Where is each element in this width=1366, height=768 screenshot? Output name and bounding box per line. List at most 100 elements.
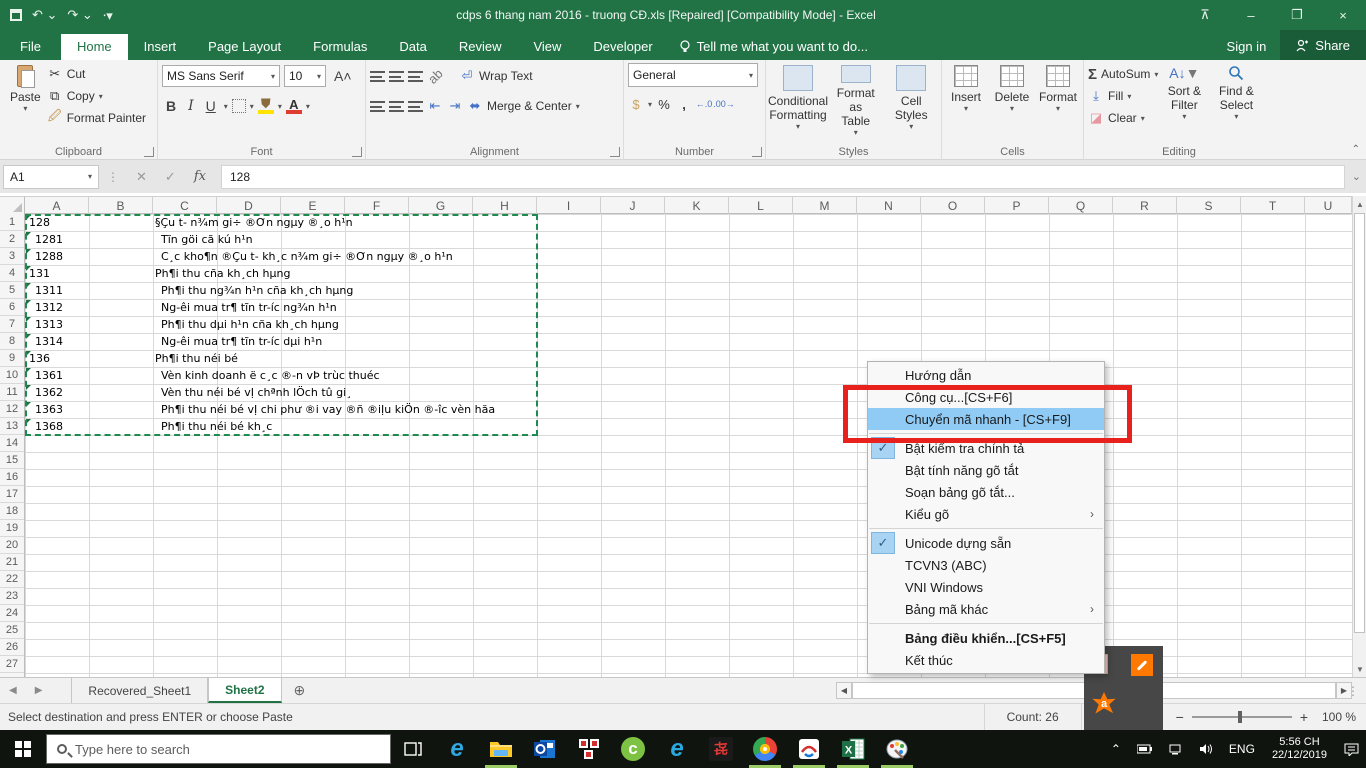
vertical-scrollbar[interactable]: ▲ ▼: [1352, 196, 1366, 677]
autosum-button[interactable]: ΣAutoSum▾: [1088, 63, 1158, 85]
row-header-13[interactable]: 13: [0, 418, 24, 435]
increase-indent-icon[interactable]: ⇥: [447, 98, 463, 114]
cell-C2[interactable]: Tĩn göi cã kú h¹n: [161, 231, 253, 248]
column-header-K[interactable]: K: [665, 197, 729, 214]
action-center-icon[interactable]: [1337, 730, 1366, 768]
align-center-icon[interactable]: [389, 101, 404, 112]
cell-A5[interactable]: 1311: [35, 282, 63, 299]
font-name-combo[interactable]: MS Sans Serif▾: [162, 65, 280, 87]
merge-center-button[interactable]: Merge & Center: [487, 99, 572, 113]
cell-A1[interactable]: 128: [29, 214, 50, 231]
row-header-11[interactable]: 11: [0, 384, 24, 401]
menu-item-4[interactable]: ✓Bật kiểm tra chính tả: [868, 437, 1104, 459]
fill-color-icon[interactable]: ⛊: [258, 98, 274, 114]
zoom-slider[interactable]: [1192, 716, 1292, 718]
restore-button[interactable]: ❐: [1274, 0, 1320, 30]
column-header-U[interactable]: U: [1305, 197, 1352, 214]
menu-item-0[interactable]: Hướng dẫn: [868, 364, 1104, 386]
column-header-H[interactable]: H: [473, 197, 537, 214]
row-header-6[interactable]: 6: [0, 299, 24, 316]
tray-chevron-icon[interactable]: ⌃: [1104, 730, 1128, 768]
copy-button[interactable]: ⧉Copy▾: [47, 85, 146, 107]
column-header-O[interactable]: O: [921, 197, 985, 214]
cell-A13[interactable]: 1368: [35, 418, 63, 435]
cell-C10[interactable]: Vèn kinh doanh ë c¸c ®-n vÞ trùc thuéc: [161, 367, 380, 384]
cell-C13[interactable]: Ph¶i thu néi bé kh¸c: [161, 418, 272, 435]
battery-icon[interactable]: [1130, 730, 1160, 768]
share-button[interactable]: Share: [1280, 30, 1366, 60]
new-sheet-button[interactable]: ⊕: [282, 678, 318, 703]
cancel-entry-icon[interactable]: ✕: [127, 169, 156, 185]
tab-insert[interactable]: Insert: [128, 34, 193, 60]
excel-icon[interactable]: X: [831, 730, 875, 768]
grow-font-button[interactable]: A˄: [330, 68, 356, 84]
accounting-format-icon[interactable]: $: [628, 96, 644, 112]
menu-item-5[interactable]: Bật tính năng gõ tắt: [868, 459, 1104, 481]
confirm-entry-icon[interactable]: ✓: [156, 169, 185, 185]
row-header-25[interactable]: 25: [0, 622, 24, 639]
cell-A3[interactable]: 1288: [35, 248, 63, 265]
row-header-7[interactable]: 7: [0, 316, 24, 333]
tab-home[interactable]: Home: [61, 34, 128, 60]
number-format-combo[interactable]: General▾: [628, 63, 758, 87]
insert-function-icon[interactable]: fx: [185, 169, 215, 184]
column-header-C[interactable]: C: [153, 197, 217, 214]
row-header-9[interactable]: 9: [0, 350, 24, 367]
percent-icon[interactable]: %: [656, 96, 672, 112]
row-header-24[interactable]: 24: [0, 605, 24, 622]
cell-A8[interactable]: 1314: [35, 333, 63, 350]
column-header-F[interactable]: F: [345, 197, 409, 214]
ribbon-display-options-icon[interactable]: ⊼: [1182, 0, 1228, 30]
outlook-icon[interactable]: [523, 730, 567, 768]
row-header-23[interactable]: 23: [0, 588, 24, 605]
row-header-4[interactable]: 4: [0, 265, 24, 282]
cut-button[interactable]: ✂Cut: [47, 63, 146, 85]
cell-A12[interactable]: 1363: [35, 401, 63, 418]
menu-item-10[interactable]: TCVN3 (ABC): [868, 554, 1104, 576]
hscroll-left-icon[interactable]: ◀: [836, 682, 852, 699]
cell-C3[interactable]: C¸c kho¶n ®Çu t- kh¸c n¾m gi÷ ®Ơn ngµy ®…: [161, 248, 453, 265]
row-header-16[interactable]: 16: [0, 469, 24, 486]
menu-item-11[interactable]: VNI Windows: [868, 576, 1104, 598]
conditional-formatting-button[interactable]: Conditional Formatting▾: [770, 63, 826, 139]
formula-input[interactable]: 128: [221, 165, 1345, 189]
column-header-N[interactable]: N: [857, 197, 921, 214]
redo-icon[interactable]: ↷ ⌄: [67, 7, 92, 23]
garena-icon[interactable]: 㐂: [699, 730, 743, 768]
row-header-27[interactable]: 27: [0, 656, 24, 673]
row-header-2[interactable]: 2: [0, 231, 24, 248]
sheet-nav-left-icon[interactable]: ◀: [0, 678, 26, 703]
formula-bar-expand-icon[interactable]: ⌄: [1347, 170, 1366, 183]
cell-A2[interactable]: 1281: [35, 231, 63, 248]
column-header-A[interactable]: A: [25, 197, 89, 214]
avast-logo-icon[interactable]: a: [1092, 692, 1116, 716]
find-select-button[interactable]: Find & Select▾: [1210, 63, 1262, 139]
row-header-10[interactable]: 10: [0, 367, 24, 384]
menu-item-14[interactable]: Bảng điều khiển...[CS+F5]: [868, 627, 1104, 649]
bold-button[interactable]: B: [162, 98, 180, 114]
tab-data[interactable]: Data: [383, 34, 442, 60]
cell-A11[interactable]: 1362: [35, 384, 63, 401]
row-header-17[interactable]: 17: [0, 486, 24, 503]
insert-cells-button[interactable]: Insert▾: [946, 63, 986, 139]
row-header-12[interactable]: 12: [0, 401, 24, 418]
undo-icon[interactable]: ↶ ⌄: [32, 7, 57, 23]
row-header-19[interactable]: 19: [0, 520, 24, 537]
sheet-grid[interactable]: 128§Çu t- n¾m gi÷ ®Ơn ngµy ®¸o h¹n1281Tĩ…: [25, 214, 1352, 677]
zoom-slider-thumb[interactable]: [1238, 711, 1242, 723]
file-explorer-icon[interactable]: [479, 730, 523, 768]
cell-A10[interactable]: 1361: [35, 367, 63, 384]
underline-button[interactable]: U: [202, 98, 220, 114]
remote-desktop-icon[interactable]: [567, 730, 611, 768]
borders-icon[interactable]: [232, 99, 246, 113]
cell-C6[interactable]: Ng-êi mua tr¶ tĩn tr-íc ng¾n h¹n: [161, 299, 337, 316]
clipboard-dialog-launcher[interactable]: [144, 147, 154, 157]
menu-item-12[interactable]: Bảng mã khác›: [868, 598, 1104, 620]
font-dialog-launcher[interactable]: [352, 147, 362, 157]
network-icon[interactable]: [1162, 730, 1190, 768]
decrease-indent-icon[interactable]: ⇤: [427, 98, 443, 114]
column-header-J[interactable]: J: [601, 197, 665, 214]
chrome-icon[interactable]: [743, 730, 787, 768]
cell-C4[interactable]: Ph¶i thu cña kh¸ch hµng: [155, 265, 290, 282]
column-header-G[interactable]: G: [409, 197, 473, 214]
